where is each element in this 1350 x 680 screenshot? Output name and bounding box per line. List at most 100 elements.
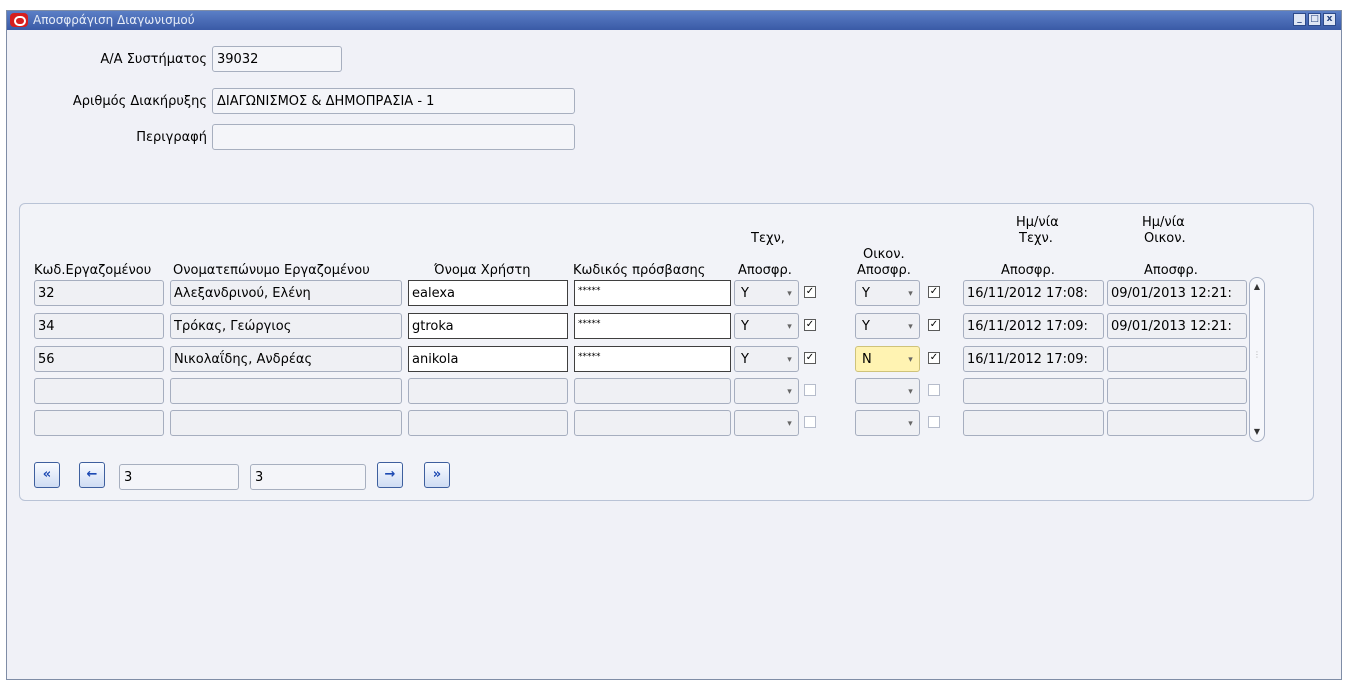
scroll-up-icon[interactable]: ▲ bbox=[1252, 282, 1262, 292]
chevron-down-icon[interactable]: ▾ bbox=[783, 283, 796, 305]
password-cell[interactable] bbox=[574, 410, 731, 436]
announcement-label: Αριθμός Διακήρυξης bbox=[72, 94, 207, 109]
econ-unseal-select[interactable]: Y ▾ bbox=[855, 313, 920, 339]
emp-name-cell[interactable]: Αλεξανδρινού, Ελένη bbox=[170, 280, 402, 306]
announcement-field[interactable]: ΔΙΑΓΩΝΙΣΜΟΣ & ΔΗΜΟΠΡΑΣΙΑ - 1 bbox=[212, 88, 575, 114]
header-tdate-line2: Τεχν. bbox=[1019, 231, 1053, 246]
econ-unseal-date-cell[interactable] bbox=[1107, 410, 1247, 436]
first-record-button[interactable]: « bbox=[34, 462, 60, 488]
table-scrollbar[interactable]: ▲ ⋮ ▼ bbox=[1249, 277, 1265, 442]
total-records-field[interactable]: 3 bbox=[250, 464, 366, 490]
econ-unseal-date-cell[interactable]: 09/01/2013 12:21: bbox=[1107, 313, 1247, 339]
header-emp-code: Κωδ.Εργαζομένου bbox=[34, 263, 152, 278]
econ-unseal-select[interactable]: ▾ bbox=[855, 378, 920, 404]
emp-name-cell[interactable] bbox=[170, 410, 402, 436]
password-cell[interactable] bbox=[574, 378, 731, 404]
header-tdate-line1: Ημ/νία bbox=[1016, 215, 1059, 230]
tech-unseal-date-cell[interactable]: 16/11/2012 17:09: bbox=[963, 313, 1104, 339]
header-econ-line1: Οικον. bbox=[863, 247, 905, 262]
econ-unseal-select-value: Y bbox=[862, 286, 870, 301]
econ-unseal-date-cell[interactable] bbox=[1107, 378, 1247, 404]
econ-unseal-select-value: N bbox=[862, 352, 872, 367]
window-title: Αποσφράγιση Διαγωνισμού bbox=[33, 13, 195, 27]
tech-unseal-date-cell[interactable]: 16/11/2012 17:09: bbox=[963, 346, 1104, 372]
emp-code-cell[interactable]: 32 bbox=[34, 280, 164, 306]
tech-unseal-select-value: Y bbox=[741, 286, 749, 301]
tech-unseal-select[interactable]: Y ▾ bbox=[734, 346, 799, 372]
econ-unseal-date-cell[interactable] bbox=[1107, 346, 1247, 372]
emp-name-cell[interactable] bbox=[170, 378, 402, 404]
description-field[interactable] bbox=[212, 124, 575, 150]
chevron-down-icon[interactable]: ▾ bbox=[904, 316, 917, 338]
emp-name-cell[interactable]: Τρόκας, Γεώργιος bbox=[170, 313, 402, 339]
current-record-field[interactable]: 3 bbox=[119, 464, 239, 490]
oracle-logo-icon bbox=[10, 13, 28, 27]
econ-unseal-checkbox[interactable]: ✓ bbox=[928, 319, 940, 331]
description-label: Περιγραφή bbox=[136, 130, 207, 145]
chevron-down-icon[interactable]: ▾ bbox=[783, 349, 796, 371]
password-cell[interactable]: ***** bbox=[574, 280, 731, 306]
username-cell[interactable] bbox=[408, 410, 568, 436]
last-record-button[interactable]: » bbox=[424, 462, 450, 488]
econ-unseal-select[interactable]: N ▾ bbox=[855, 346, 920, 372]
close-button[interactable]: x bbox=[1323, 13, 1336, 26]
tech-unseal-date-cell[interactable] bbox=[963, 378, 1104, 404]
econ-unseal-checkbox[interactable] bbox=[928, 384, 940, 396]
system-id-field[interactable]: 39032 bbox=[212, 46, 342, 72]
username-cell[interactable]: anikola bbox=[408, 346, 568, 372]
econ-unseal-select-value: Y bbox=[862, 319, 870, 334]
tech-unseal-select[interactable]: Y ▾ bbox=[734, 313, 799, 339]
tech-unseal-select-value: Y bbox=[741, 319, 749, 334]
chevron-down-icon[interactable]: ▾ bbox=[904, 349, 917, 371]
chevron-down-icon[interactable]: ▾ bbox=[904, 413, 917, 435]
header-edate-line1: Ημ/νία bbox=[1142, 215, 1185, 230]
econ-unseal-date-cell[interactable]: 09/01/2013 12:21: bbox=[1107, 280, 1247, 306]
next-record-button[interactable]: → bbox=[377, 462, 403, 488]
tech-unseal-checkbox[interactable] bbox=[804, 384, 816, 396]
username-cell[interactable] bbox=[408, 378, 568, 404]
username-cell[interactable]: ealexa bbox=[408, 280, 568, 306]
password-cell[interactable]: ***** bbox=[574, 313, 731, 339]
password-cell[interactable]: ***** bbox=[574, 346, 731, 372]
header-edate-line3: Αποσφρ. bbox=[1144, 263, 1198, 278]
tech-unseal-select[interactable]: ▾ bbox=[734, 410, 799, 436]
econ-unseal-checkbox[interactable]: ✓ bbox=[928, 286, 940, 298]
header-emp-name: Ονοματεπώνυμο Εργαζομένου bbox=[173, 263, 370, 278]
header-password: Κωδικός πρόσβασης bbox=[573, 263, 706, 278]
tech-unseal-select[interactable]: ▾ bbox=[734, 378, 799, 404]
econ-unseal-select[interactable]: ▾ bbox=[855, 410, 920, 436]
header-tech-line2: Αποσφρ. bbox=[738, 263, 792, 278]
minimize-button[interactable]: _ bbox=[1293, 13, 1306, 26]
scroll-down-icon[interactable]: ▼ bbox=[1252, 427, 1262, 437]
username-cell[interactable]: gtroka bbox=[408, 313, 568, 339]
tech-unseal-select[interactable]: Y ▾ bbox=[734, 280, 799, 306]
chevron-down-icon[interactable]: ▾ bbox=[904, 381, 917, 403]
header-edate-line2: Οικον. bbox=[1144, 231, 1186, 246]
header-tdate-line3: Αποσφρ. bbox=[1001, 263, 1055, 278]
tech-unseal-date-cell[interactable] bbox=[963, 410, 1104, 436]
scroll-thumb-grip-icon[interactable]: ⋮ bbox=[1252, 350, 1262, 360]
tech-unseal-select-value: Y bbox=[741, 352, 749, 367]
restore-button[interactable]: □ bbox=[1308, 13, 1321, 26]
econ-unseal-checkbox[interactable]: ✓ bbox=[928, 352, 940, 364]
econ-unseal-checkbox[interactable] bbox=[928, 416, 940, 428]
tech-unseal-date-cell[interactable]: 16/11/2012 17:08: bbox=[963, 280, 1104, 306]
emp-name-cell[interactable]: Νικολαΐδης, Ανδρέας bbox=[170, 346, 402, 372]
emp-code-cell[interactable]: 34 bbox=[34, 313, 164, 339]
emp-code-cell[interactable] bbox=[34, 378, 164, 404]
chevron-down-icon[interactable]: ▾ bbox=[783, 316, 796, 338]
econ-unseal-select[interactable]: Y ▾ bbox=[855, 280, 920, 306]
system-id-label: Α/Α Συστήματος bbox=[100, 52, 207, 67]
chevron-down-icon[interactable]: ▾ bbox=[783, 381, 796, 403]
chevron-down-icon[interactable]: ▾ bbox=[904, 283, 917, 305]
prev-record-button[interactable]: ← bbox=[79, 462, 105, 488]
chevron-down-icon[interactable]: ▾ bbox=[783, 413, 796, 435]
emp-code-cell[interactable]: 56 bbox=[34, 346, 164, 372]
header-tech-line1: Τεχν, bbox=[751, 231, 785, 246]
tech-unseal-checkbox[interactable]: ✓ bbox=[804, 286, 816, 298]
title-bar[interactable]: Αποσφράγιση Διαγωνισμού _ □ x bbox=[7, 11, 1341, 30]
emp-code-cell[interactable] bbox=[34, 410, 164, 436]
tech-unseal-checkbox[interactable]: ✓ bbox=[804, 319, 816, 331]
tech-unseal-checkbox[interactable] bbox=[804, 416, 816, 428]
tech-unseal-checkbox[interactable]: ✓ bbox=[804, 352, 816, 364]
